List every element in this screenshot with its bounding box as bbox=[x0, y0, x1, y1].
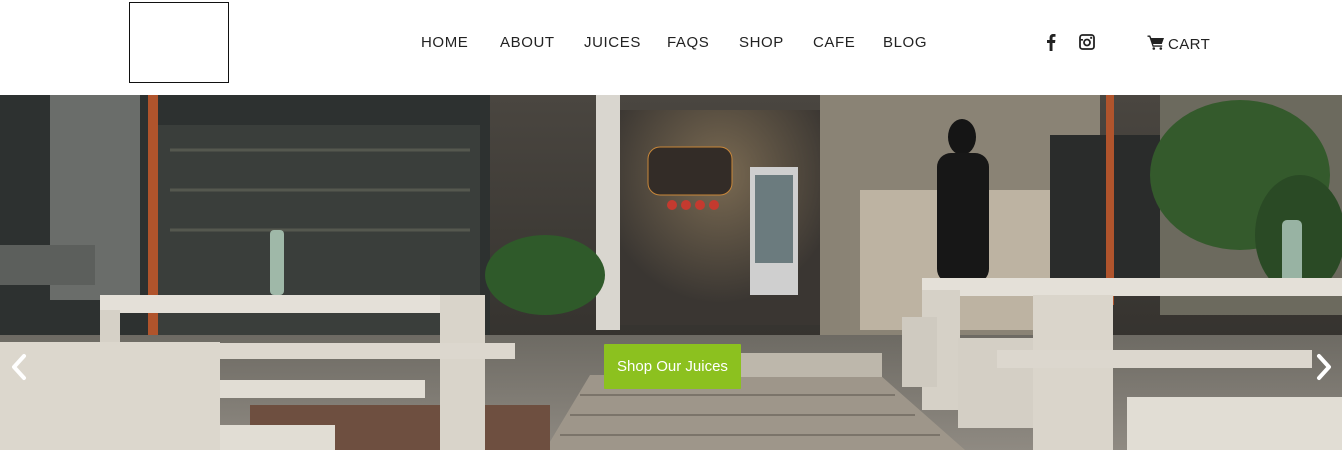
nav-home[interactable]: HOME bbox=[421, 34, 468, 51]
nav-blog[interactable]: BLOG bbox=[883, 34, 927, 51]
cafe-interior-photo bbox=[0, 95, 1342, 450]
shop-our-juices-button[interactable]: Shop Our Juices bbox=[604, 344, 741, 389]
cart-icon bbox=[1147, 34, 1165, 55]
hero-slider: Shop Our Juices bbox=[0, 95, 1342, 450]
site-header: HOME ABOUT JUICES FAQS SHOP CAFE BLOG CA… bbox=[0, 0, 1342, 95]
cart-link[interactable]: CART bbox=[1147, 34, 1210, 54]
cart-label: CART bbox=[1168, 35, 1211, 53]
site-logo[interactable] bbox=[129, 2, 229, 83]
nav-shop[interactable]: SHOP bbox=[739, 34, 784, 51]
chevron-left-icon[interactable] bbox=[6, 350, 32, 384]
facebook-icon[interactable] bbox=[1046, 33, 1056, 53]
instagram-icon[interactable] bbox=[1079, 34, 1095, 54]
chevron-right-icon[interactable] bbox=[1311, 350, 1337, 384]
nav-about[interactable]: ABOUT bbox=[500, 34, 555, 51]
nav-cafe[interactable]: CAFE bbox=[813, 34, 855, 51]
nav-juices[interactable]: JUICES bbox=[584, 34, 641, 51]
nav-faqs[interactable]: FAQS bbox=[667, 34, 709, 51]
